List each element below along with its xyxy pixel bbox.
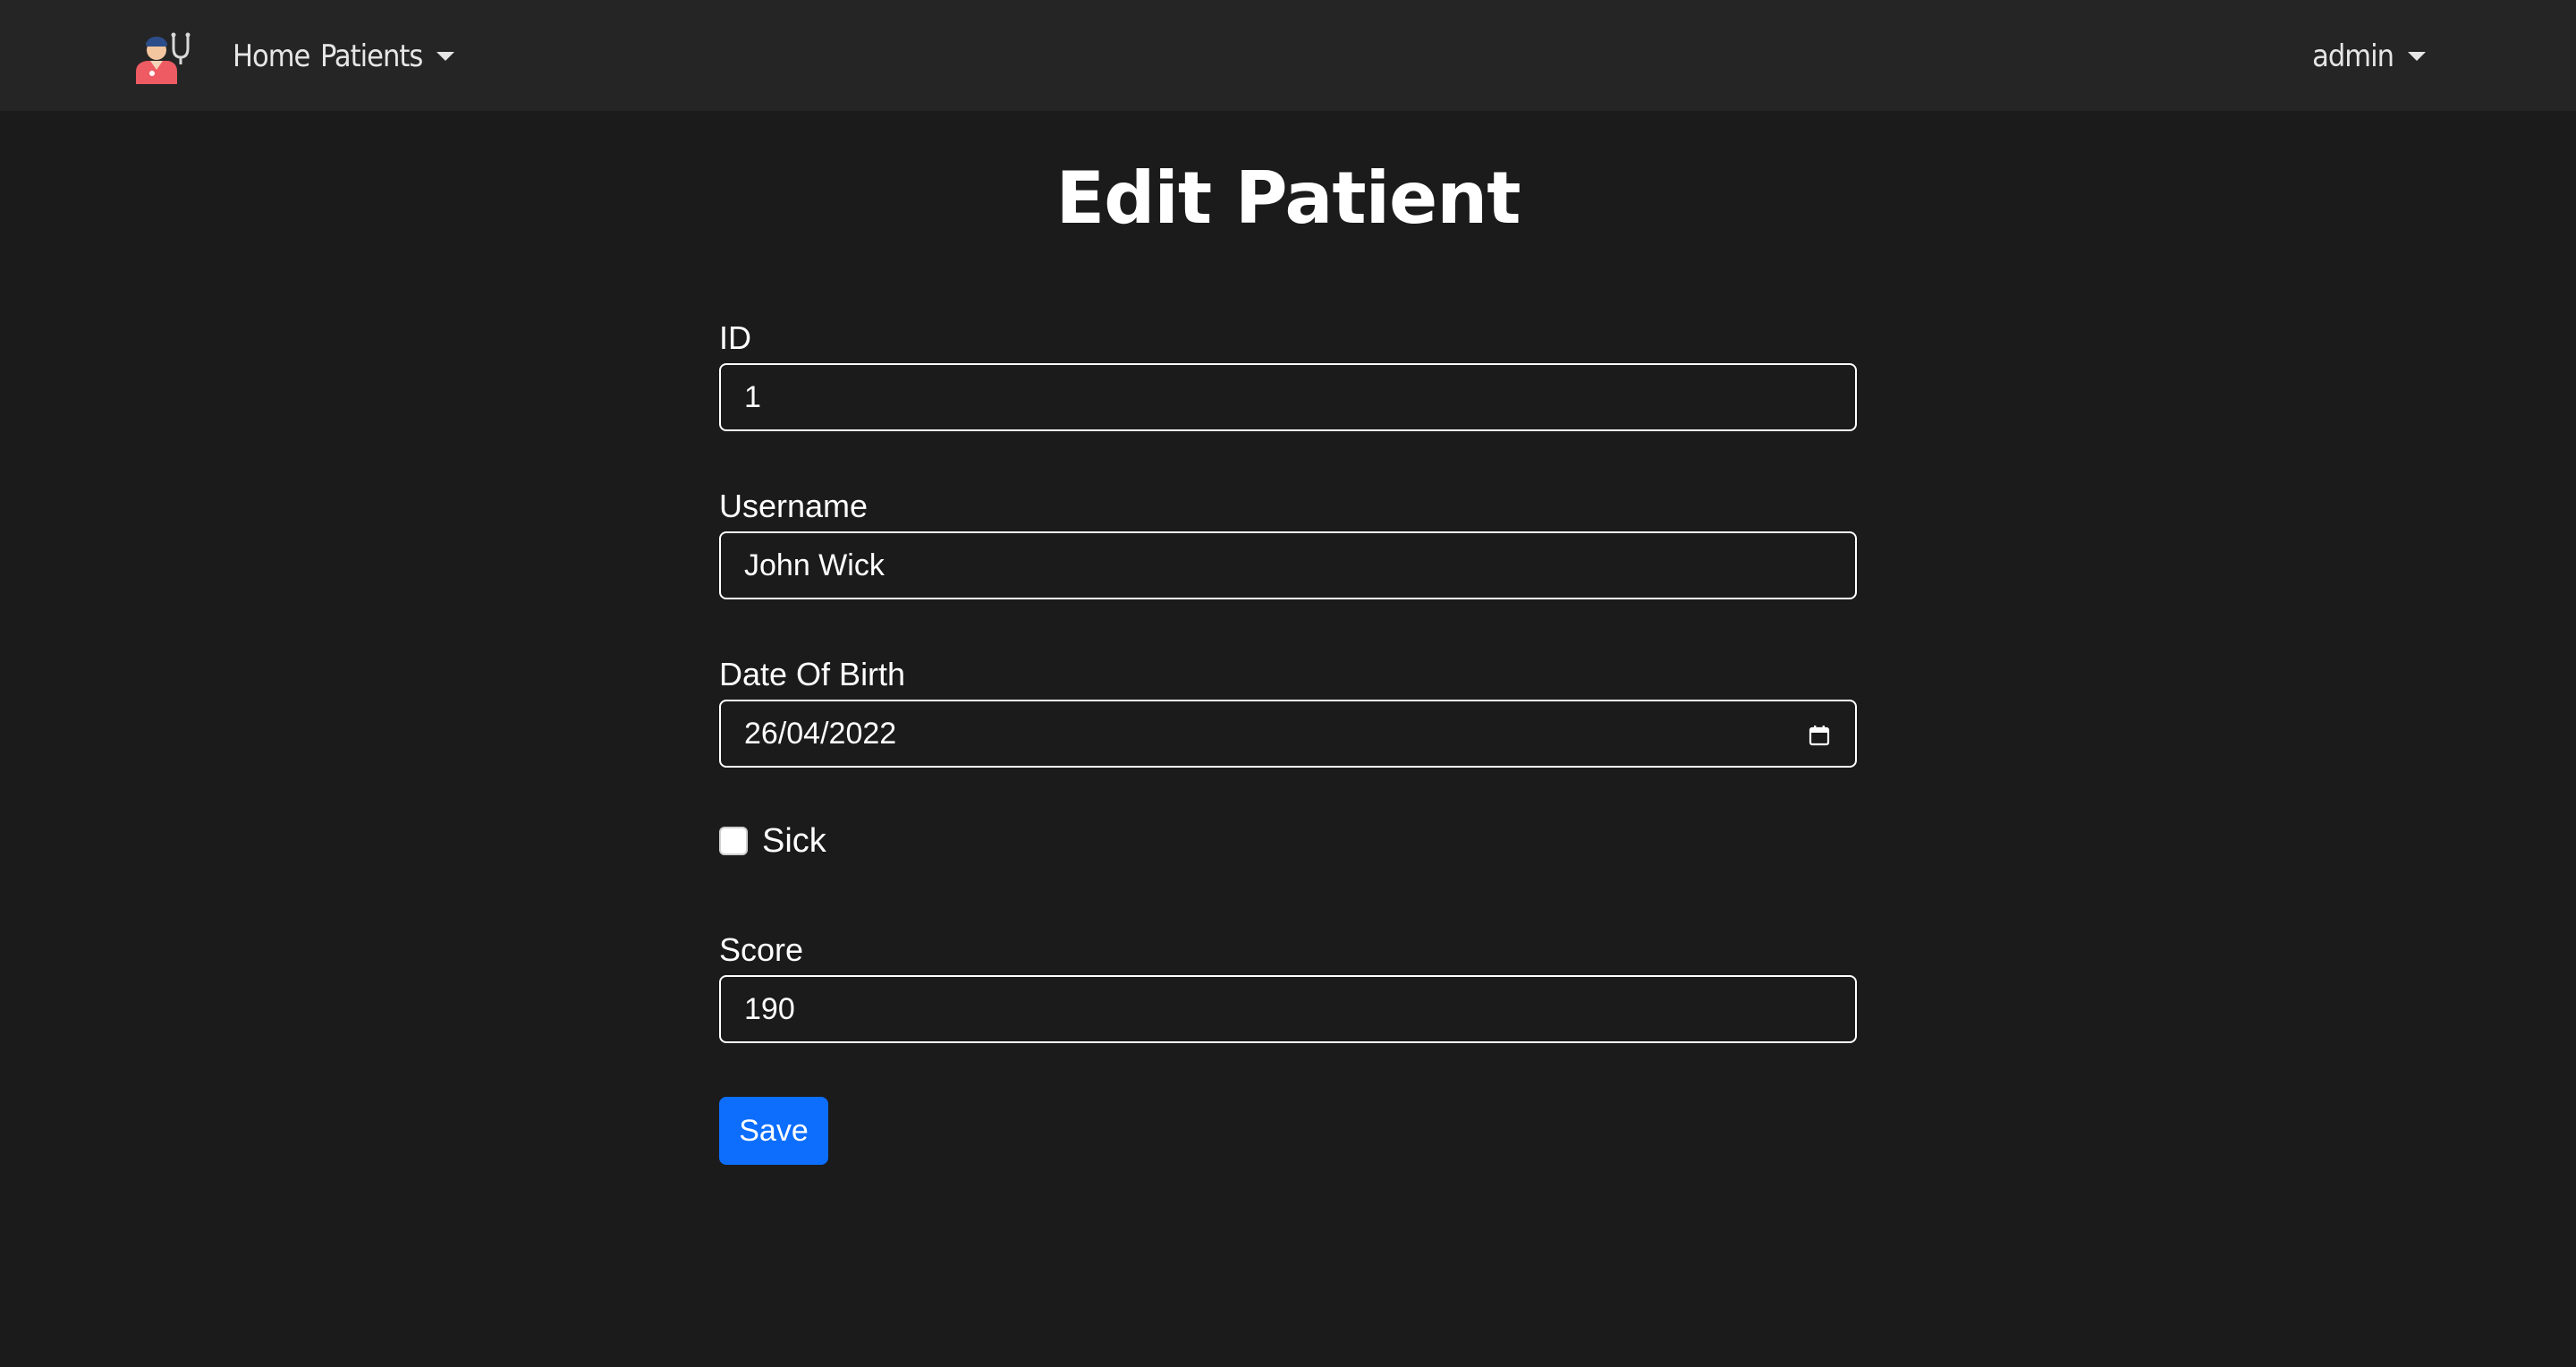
page-title: Edit Patient [1055,157,1521,240]
chevron-down-icon [436,51,455,61]
user-menu-dropdown[interactable]: admin [2312,32,2426,81]
dob-label: Date Of Birth [719,656,906,692]
id-field-group: ID [719,317,1857,431]
dob-date-input[interactable] [719,700,1857,768]
id-label: ID [719,319,751,356]
score-input[interactable] [719,975,1857,1043]
username-input[interactable] [719,531,1857,599]
score-label: Score [719,931,804,968]
sick-checkbox-row: Sick [719,816,1857,866]
nav-home-link[interactable]: Home [233,32,310,81]
navbar: Home Patients admin [0,0,2576,111]
edit-patient-form: ID Username Date Of Birth Sick Score Sav… [719,317,1857,1165]
nav-patients-dropdown[interactable]: Patients [320,32,455,81]
id-input[interactable] [719,363,1857,431]
user-menu-label: admin [2312,38,2394,74]
calendar-icon[interactable] [1809,725,1830,746]
score-field-group: Score [719,929,1857,1043]
sick-checkbox[interactable] [719,827,748,855]
save-button[interactable]: Save [719,1097,828,1165]
dob-field-group: Date Of Birth [719,653,1857,768]
chevron-down-icon [2408,51,2426,61]
dob-date-wrapper [719,700,1857,768]
sick-label: Sick [762,822,826,860]
nav-patients-label: Patients [320,38,423,74]
username-field-group: Username [719,485,1857,599]
username-label: Username [719,488,869,524]
doctor-logo-icon[interactable] [132,29,191,84]
